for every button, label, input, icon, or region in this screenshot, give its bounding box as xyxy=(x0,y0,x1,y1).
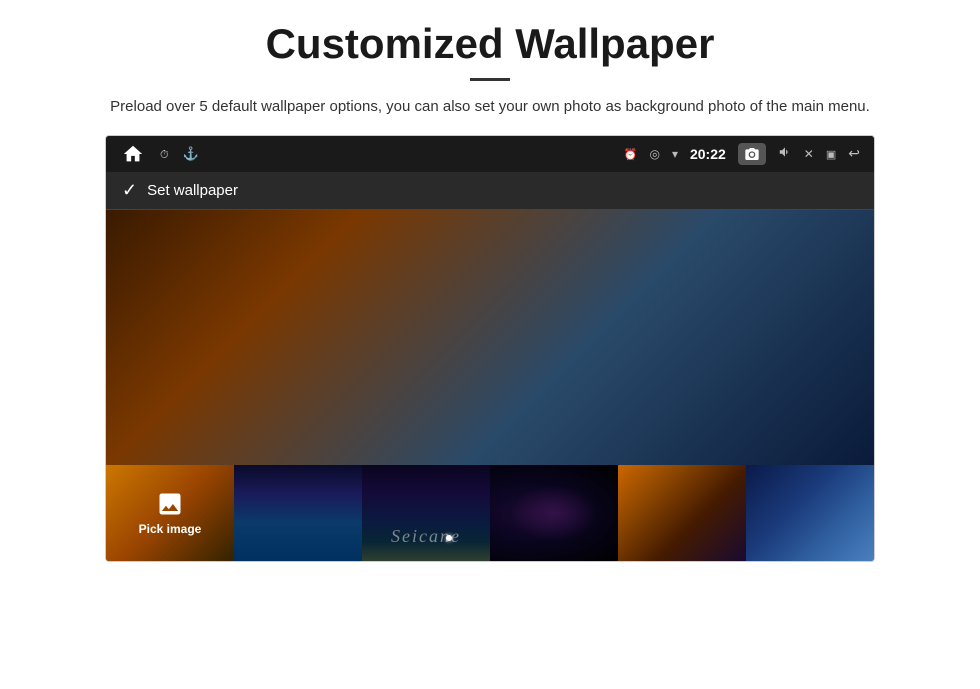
wallpaper-thumb-4[interactable] xyxy=(490,465,618,561)
pick-image-thumbnail[interactable]: Pick image xyxy=(106,465,234,561)
back-icon[interactable]: ↩ xyxy=(848,146,860,163)
page-title: Customized Wallpaper xyxy=(30,20,950,68)
image-icon xyxy=(156,490,184,518)
thumbnail-strip: Pick image Seicane xyxy=(106,465,874,561)
set-wallpaper-label: Set wallpaper xyxy=(147,182,238,199)
close-icon[interactable]: ✕ xyxy=(804,147,814,162)
usb-icon: ⚓ xyxy=(183,146,199,162)
wallpaper-thumb-5[interactable] xyxy=(618,465,746,561)
home-icon[interactable] xyxy=(120,141,146,167)
alarm-icon: ⏰ xyxy=(624,148,638,161)
status-right: ⏰ ◎ ▾ 20:22 ✕ ▣ ↩ xyxy=(624,143,860,165)
pick-image-label: Pick image xyxy=(139,522,202,536)
wallpaper-thumb-2[interactable] xyxy=(234,465,362,561)
clock-icon xyxy=(160,146,169,162)
signal-icon: ▾ xyxy=(672,147,678,162)
volume-icon xyxy=(778,145,792,163)
status-left: ⚓ xyxy=(120,141,199,167)
wallpaper-thumb-3[interactable]: Seicane xyxy=(362,465,490,561)
check-icon: ✓ xyxy=(122,180,137,201)
wallpaper-bar: ✓ Set wallpaper xyxy=(106,172,874,210)
location-icon: ◎ xyxy=(649,147,659,162)
wallpaper-thumb-6[interactable] xyxy=(746,465,874,561)
seicane-watermark: Seicane xyxy=(391,526,461,547)
time-display: 20:22 xyxy=(690,146,726,162)
wallpaper-preview xyxy=(106,210,874,465)
android-screen: ⚓ ⏰ ◎ ▾ 20:22 ✕ xyxy=(105,135,875,562)
page-wrapper: Customized Wallpaper Preload over 5 defa… xyxy=(0,0,980,562)
window-icon[interactable]: ▣ xyxy=(826,148,836,161)
camera-button[interactable] xyxy=(738,143,766,165)
page-subtitle: Preload over 5 default wallpaper options… xyxy=(60,95,920,119)
title-divider xyxy=(470,78,510,81)
status-bar: ⚓ ⏰ ◎ ▾ 20:22 ✕ xyxy=(106,136,874,172)
